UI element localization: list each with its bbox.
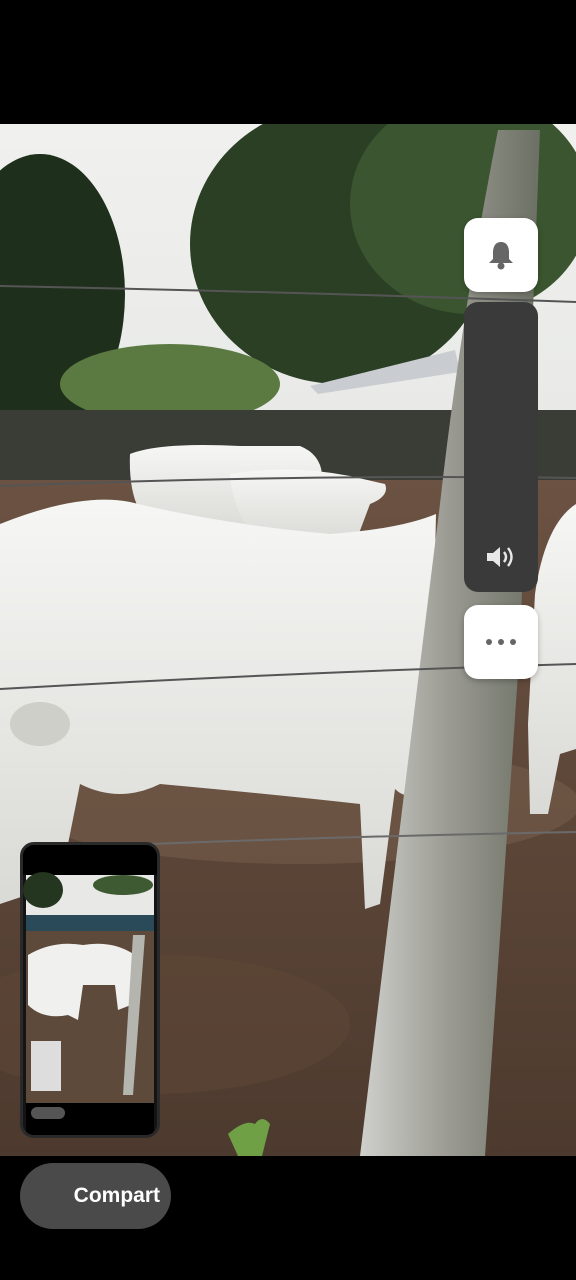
share-label: Compart (73, 1184, 160, 1207)
volume-slider[interactable] (464, 302, 538, 592)
speaker-icon (464, 540, 538, 574)
screenshot-thumbnail[interactable] (20, 842, 160, 1138)
share-button[interactable]: Compart (20, 1163, 171, 1229)
bell-icon (489, 242, 513, 270)
ring-mode-button[interactable] (464, 218, 538, 292)
more-options-button[interactable] (464, 605, 538, 679)
more-horizontal-icon (486, 639, 516, 645)
